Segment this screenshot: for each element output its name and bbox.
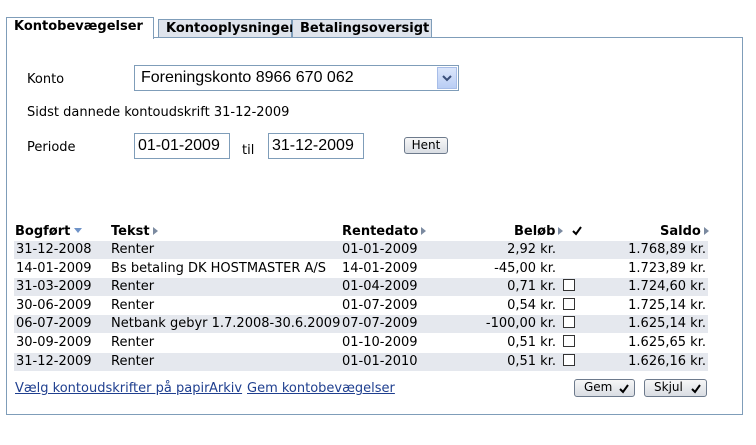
gem-kontobevaegelser-link[interactable]: Gem kontobevægelser: [247, 381, 395, 396]
cell-saldo: 1.725,14 kr.: [628, 297, 706, 313]
tab-label: Kontooplysninger: [166, 21, 296, 36]
sort-arrow-icon: [558, 227, 564, 235]
cell-bogfort: 31-12-2008: [16, 242, 92, 257]
tab-bar: Kontobevægelser Kontooplysninger Betalin…: [6, 17, 742, 39]
cell-saldo: 1.625,14 kr.: [628, 316, 706, 332]
row-checkbox[interactable]: [563, 353, 575, 366]
cell-saldo: 1.724,60 kr.: [628, 279, 706, 295]
arkiv-link[interactable]: Arkiv: [209, 381, 242, 396]
row-checkbox[interactable]: [563, 335, 575, 347]
checkmark-icon: [619, 383, 629, 398]
row-checkbox[interactable]: [563, 297, 575, 310]
cell-tekst: Netbank gebyr 1.7.2008-30.6.2009: [111, 316, 341, 332]
cell-belob: 0,51 kr.: [507, 353, 556, 369]
konto-select-value: Foreningskonto 8966 670 062: [141, 69, 354, 86]
vaelg-kontoudskrifter-link[interactable]: Vælg kontoudskrifter på papir: [15, 381, 209, 396]
periode-label: Periode: [27, 140, 76, 155]
gem-button[interactable]: Gem: [574, 379, 635, 397]
tab-kontooplysninger[interactable]: Kontooplysninger: [158, 19, 296, 38]
chevron-down-icon[interactable]: [437, 67, 457, 89]
cell-rentedato: 01-01-2009: [342, 242, 418, 257]
cell-tekst: Renter: [111, 297, 155, 313]
cell-tekst: Renter: [111, 279, 155, 295]
cell-bogfort: 30-06-2009: [16, 297, 92, 313]
header-rentedato[interactable]: Rentedato: [342, 224, 427, 239]
tab-label: Betalingsoversigt: [300, 21, 430, 36]
sort-arrow-icon: [421, 227, 427, 235]
checkmark-icon: [572, 225, 582, 240]
table-row: 30-09-2009 Renter 01-10-2009 0,51 kr. 1.625,…: [14, 334, 708, 352]
cell-belob: 0,71 kr.: [507, 279, 556, 295]
hent-button[interactable]: Hent: [404, 137, 448, 154]
cell-saldo: 1.768,89 kr.: [628, 242, 706, 257]
from-date-input[interactable]: 01-01-2009: [134, 133, 230, 159]
sort-arrow-icon: [152, 227, 158, 235]
cell-saldo: 1.625,65 kr.: [628, 335, 706, 350]
sort-arrow-icon: [703, 227, 709, 235]
cell-bogfort: 31-12-2009: [16, 353, 92, 369]
row-checkbox[interactable]: [563, 316, 575, 329]
table-row: 06-07-2009 Netbank gebyr 1.7.2008-30.6.20…: [14, 315, 708, 334]
table-row: 31-03-2009 Renter 01-04-2009 0,71 kr. 1.724,…: [14, 278, 708, 297]
skjul-button[interactable]: Skjul: [644, 379, 707, 397]
table-row: 14-01-2009 Bs betaling DK HOSTMASTER A/S 1…: [14, 260, 708, 278]
header-tekst[interactable]: Tekst: [111, 224, 158, 239]
row-checkbox[interactable]: [563, 279, 575, 292]
header-bogfort[interactable]: Bogført: [15, 224, 83, 239]
checkmark-icon: [691, 383, 701, 398]
cell-bogfort: 06-07-2009: [16, 316, 92, 332]
table-row: 31-12-2009 Renter 01-01-2010 0,51 kr. 1.626,…: [14, 352, 708, 371]
header-belob[interactable]: Beløb: [514, 224, 582, 239]
cell-belob: -100,00 kr.: [485, 316, 556, 332]
last-statement-text: Sidst dannede kontoudskrift 31-12-2009: [27, 105, 290, 120]
cell-belob: -45,00 kr.: [494, 260, 556, 276]
tab-kontobevaegelser[interactable]: Kontobevægelser: [6, 17, 154, 39]
cell-tekst: Renter: [111, 242, 155, 257]
cell-rentedato: 14-01-2009: [342, 260, 418, 276]
to-date-input[interactable]: 31-12-2009: [268, 133, 364, 159]
cell-rentedato: 01-10-2009: [342, 335, 418, 350]
tab-label: Kontobevægelser: [14, 19, 143, 34]
cell-tekst: Renter: [111, 353, 155, 369]
cell-belob: 0,51 kr.: [507, 335, 556, 350]
cell-bogfort: 31-03-2009: [16, 279, 92, 295]
tab-betalingsoversigt[interactable]: Betalingsoversigt: [292, 19, 432, 38]
cell-rentedato: 01-01-2010: [342, 353, 418, 369]
cell-bogfort: 14-01-2009: [16, 260, 92, 276]
cell-belob: 0,54 kr.: [507, 297, 556, 313]
cell-tekst: Renter: [111, 335, 155, 350]
sort-down-icon: [74, 228, 83, 233]
cell-tekst: Bs betaling DK HOSTMASTER A/S: [111, 260, 327, 276]
konto-label: Konto: [27, 72, 65, 87]
cell-rentedato: 07-07-2009: [342, 316, 418, 332]
konto-select[interactable]: Foreningskonto 8966 670 062: [134, 65, 459, 91]
cell-saldo: 1.723,89 kr.: [628, 260, 706, 276]
cell-bogfort: 30-09-2009: [16, 335, 92, 350]
til-label: til: [242, 143, 255, 158]
cell-rentedato: 01-07-2009: [342, 297, 418, 313]
table-row: 30-06-2009 Renter 01-07-2009 0,54 kr. 1.725,…: [14, 297, 708, 315]
cell-belob: 2,92 kr.: [507, 242, 556, 257]
header-saldo[interactable]: Saldo: [660, 224, 709, 239]
cell-rentedato: 01-04-2009: [342, 279, 418, 295]
table-row: 31-12-2008 Renter 01-01-2009 2,92 kr. 1.768,…: [14, 241, 708, 259]
cell-saldo: 1.626,16 kr.: [628, 353, 706, 369]
